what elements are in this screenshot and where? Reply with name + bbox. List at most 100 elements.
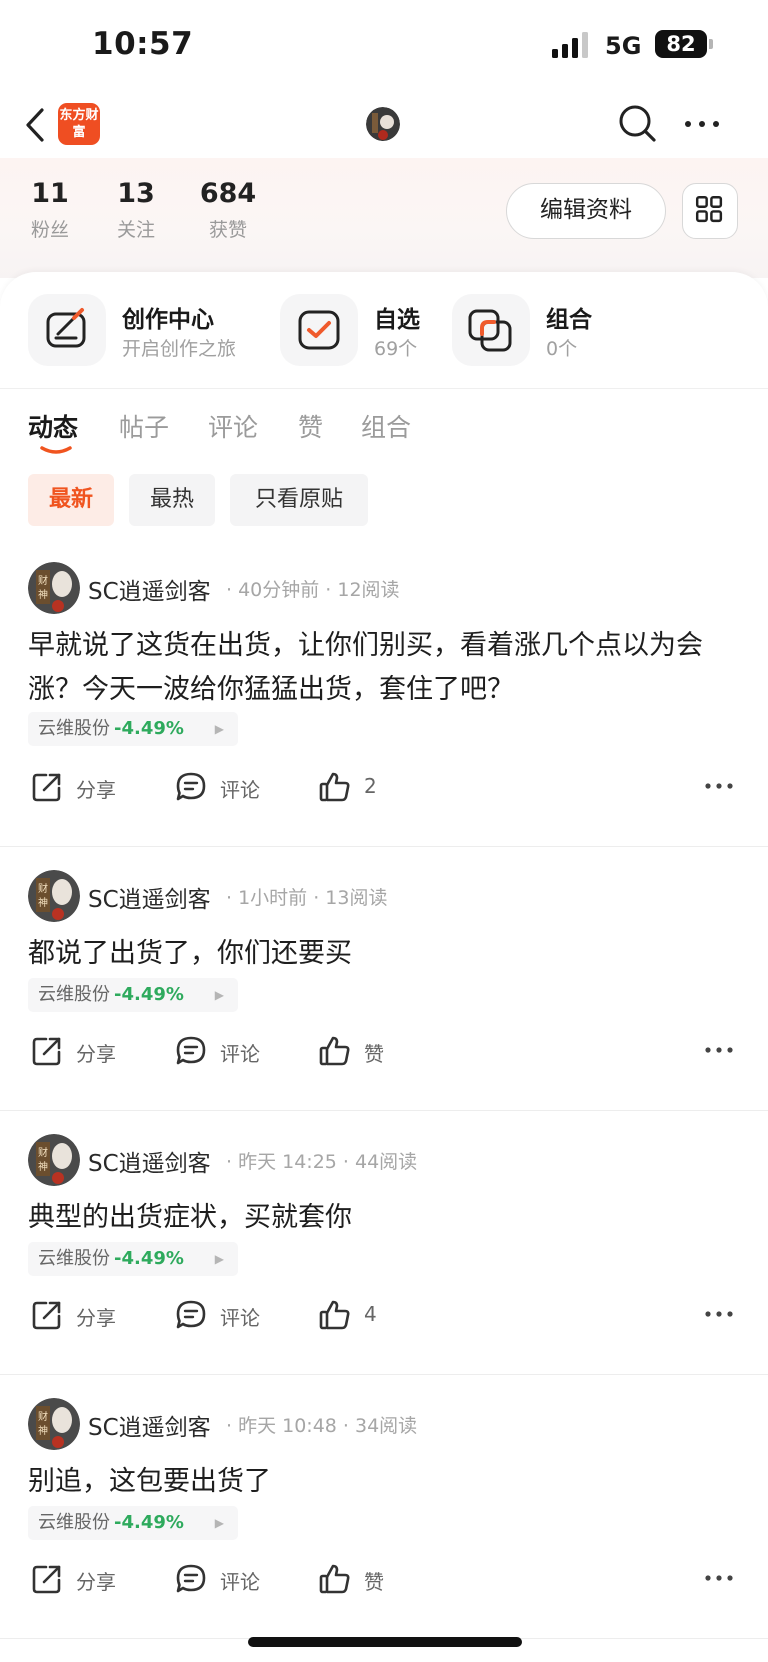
post-body[interactable]: 别追，这包要出货了 <box>28 1460 740 1504</box>
like-count: 4 <box>364 1302 377 1326</box>
stat-label: 粉丝 <box>30 219 69 241</box>
thumbs-up-icon <box>319 1300 350 1330</box>
tab-comments[interactable]: 评论 <box>208 408 258 444</box>
post-item[interactable]: 财 神 SC逍遥剑客 · 1小时前 · 13阅读 都说了出货了，你们还要买 云维… <box>0 870 768 1066</box>
post-more-icon[interactable] <box>704 1566 734 1590</box>
cellular-signal-icon <box>552 32 588 58</box>
edit-profile-button[interactable]: 编辑资料 <box>506 183 666 239</box>
post-item[interactable]: 财 神 SC逍遥剑客 · 40分钟前 · 12阅读 早就说了这货在出货，让你们别… <box>0 562 768 802</box>
author-avatar[interactable]: 财 神 <box>28 1134 80 1186</box>
divider <box>0 1110 768 1111</box>
active-tab-indicator <box>40 446 72 454</box>
svg-text:财: 财 <box>38 1410 48 1423</box>
divider <box>0 846 768 847</box>
app-logo[interactable]: 东方财富 <box>58 103 100 145</box>
post-body[interactable]: 都说了出货了，你们还要买 <box>28 932 740 976</box>
content-tabs: 动态 帖子 评论 赞 组合 <box>0 408 768 458</box>
comment-icon <box>176 772 206 801</box>
stock-tag[interactable]: 云维股份 -4.49% ▶ <box>28 1506 238 1540</box>
stat-likes-received[interactable]: 684 获赞 <box>198 178 258 242</box>
stock-name: 云维股份 <box>38 984 110 1005</box>
share-icon <box>32 1301 61 1330</box>
share-label: 分享 <box>76 1306 116 1330</box>
post-item[interactable]: 财 神 SC逍遥剑客 · 昨天 14:25 · 44阅读 典型的出货症状，买就套… <box>0 1134 768 1330</box>
post-item[interactable]: 财 神 SC逍遥剑客 · 昨天 10:48 · 34阅读 别追，这包要出货了 云… <box>0 1398 768 1594</box>
thumbs-up-icon <box>319 1036 350 1066</box>
comment-button[interactable]: 评论 <box>174 1294 264 1334</box>
qr-grid-button[interactable] <box>682 183 738 239</box>
filter-latest[interactable]: 最新 <box>28 474 114 526</box>
search-icon[interactable] <box>616 102 660 146</box>
comment-icon <box>176 1036 206 1065</box>
back-arrow-icon[interactable] <box>20 104 52 146</box>
stock-name: 云维股份 <box>38 718 110 739</box>
post-body[interactable]: 早就说了这货在出货，让你们别买，看着涨几个点以为会涨？今天一波给你猛猛出货，套住… <box>28 624 740 712</box>
stock-change: -4.49% <box>114 718 184 739</box>
comment-icon <box>176 1564 206 1593</box>
shortcut-watchlist[interactable]: 自选 69个 <box>280 294 430 366</box>
stock-change: -4.49% <box>114 1512 184 1533</box>
stock-tag[interactable]: 云维股份 -4.49% ▶ <box>28 712 238 746</box>
stat-following[interactable]: 13 关注 <box>114 178 158 242</box>
post-more-icon[interactable] <box>704 1038 734 1062</box>
home-indicator[interactable] <box>248 1637 522 1647</box>
like-button[interactable]: 赞 <box>318 1030 398 1070</box>
author-name[interactable]: SC逍遥剑客 <box>88 1408 211 1442</box>
comment-button[interactable]: 评论 <box>174 766 264 806</box>
like-count: 赞 <box>364 1570 384 1594</box>
stat-label: 关注 <box>116 219 155 241</box>
share-button[interactable]: 分享 <box>30 766 120 806</box>
post-meta: · 1小时前 · 13阅读 <box>226 887 388 909</box>
stock-tag[interactable]: 云维股份 -4.49% ▶ <box>28 978 238 1012</box>
share-button[interactable]: 分享 <box>30 1030 120 1070</box>
nav-avatar[interactable] <box>366 107 400 141</box>
shortcut-portfolio[interactable]: 组合 0个 <box>452 294 602 366</box>
thumbs-up-icon <box>319 772 350 802</box>
author-avatar[interactable]: 财 神 <box>28 562 80 614</box>
author-name[interactable]: SC逍遥剑客 <box>88 572 211 606</box>
post-body[interactable]: 典型的出货症状，买就套你 <box>28 1196 740 1240</box>
like-button[interactable]: 2 <box>318 766 398 806</box>
status-bar: 10:57 5G 82 <box>0 0 768 92</box>
svg-text:财: 财 <box>38 1146 48 1159</box>
chevron-right-icon: ▶ <box>214 1252 224 1266</box>
stock-tag[interactable]: 云维股份 -4.49% ▶ <box>28 1242 238 1276</box>
like-count: 2 <box>364 774 377 798</box>
shortcut-creation-center[interactable]: 创作中心 开启创作之旅 <box>28 294 258 366</box>
stat-followers[interactable]: 11 粉丝 <box>30 178 70 242</box>
comment-button[interactable]: 评论 <box>174 1030 264 1070</box>
post-meta: · 40分钟前 · 12阅读 <box>226 579 400 601</box>
like-button[interactable]: 4 <box>318 1294 398 1334</box>
chevron-right-icon: ▶ <box>214 1516 224 1530</box>
post-meta: · 昨天 14:25 · 44阅读 <box>226 1151 418 1173</box>
post-more-icon[interactable] <box>704 1302 734 1326</box>
share-button[interactable]: 分享 <box>30 1294 120 1334</box>
tab-posts[interactable]: 帖子 <box>119 408 169 444</box>
author-avatar[interactable]: 财 神 <box>28 870 80 922</box>
stat-value: 11 <box>31 178 69 209</box>
author-name[interactable]: SC逍遥剑客 <box>88 880 211 914</box>
author-name[interactable]: SC逍遥剑客 <box>88 1144 211 1178</box>
comment-button[interactable]: 评论 <box>174 1558 264 1598</box>
author-avatar[interactable]: 财 神 <box>28 1398 80 1450</box>
shortcut-title: 自选 <box>374 307 420 333</box>
tab-activity[interactable]: 动态 <box>28 408 78 444</box>
status-time: 10:57 <box>92 26 194 62</box>
post-more-icon[interactable] <box>704 774 734 798</box>
stat-label: 获赞 <box>208 219 247 241</box>
chevron-right-icon: ▶ <box>214 988 224 1002</box>
filter-original-only[interactable]: 只看原贴 <box>230 474 368 526</box>
filter-hot[interactable]: 最热 <box>129 474 215 526</box>
tab-likes[interactable]: 赞 <box>298 408 323 444</box>
profile-header: 11 粉丝 13 关注 684 获赞 编辑资料 <box>0 158 768 278</box>
battery-indicator: 82 <box>655 30 707 58</box>
divider <box>0 388 768 389</box>
share-button[interactable]: 分享 <box>30 1558 120 1598</box>
tab-portfolios[interactable]: 组合 <box>361 408 411 444</box>
more-options-icon[interactable] <box>682 112 722 136</box>
share-label: 分享 <box>76 1570 116 1594</box>
shortcut-title: 组合 <box>546 307 592 333</box>
share-label: 分享 <box>76 778 116 802</box>
top-nav: 东方财富 <box>0 92 768 158</box>
like-button[interactable]: 赞 <box>318 1558 398 1598</box>
